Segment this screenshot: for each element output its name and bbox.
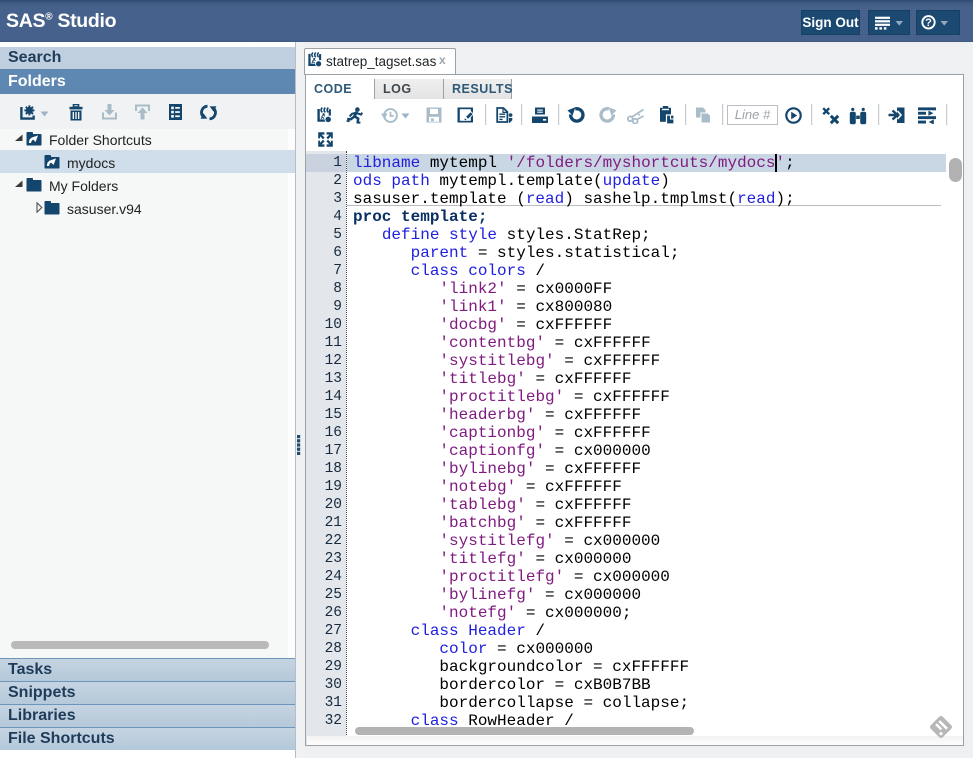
svg-text:?: ?: [925, 17, 932, 29]
